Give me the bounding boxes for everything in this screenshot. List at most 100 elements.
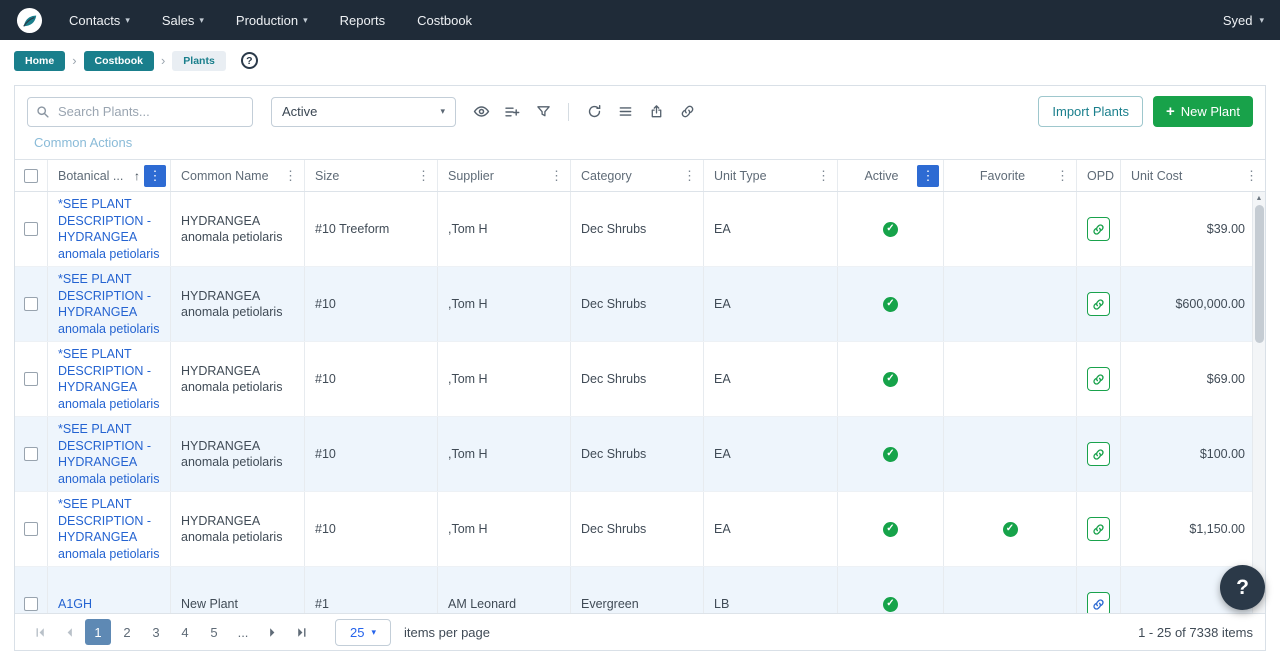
scrollbar-thumb[interactable] <box>1255 205 1264 343</box>
opd-link-button[interactable] <box>1087 217 1110 241</box>
page-button-3[interactable]: 3 <box>143 619 169 645</box>
nav-item-sales[interactable]: Sales ▾ <box>162 13 204 28</box>
nav-item-contacts[interactable]: Contacts ▾ <box>69 13 130 28</box>
opd-link-button[interactable] <box>1087 517 1110 541</box>
search-input[interactable] <box>56 103 244 120</box>
plant-link[interactable]: *SEE PLANT DESCRIPTION - HYDRANGEA anoma… <box>58 196 160 262</box>
page-button-4[interactable]: 4 <box>172 619 198 645</box>
common-actions-link[interactable]: Common Actions <box>15 135 1265 159</box>
help-fab-button[interactable]: ? <box>1220 565 1265 610</box>
plant-link[interactable]: *SEE PLANT DESCRIPTION - HYDRANGEA anoma… <box>58 421 160 487</box>
column-chooser-button[interactable] <box>499 99 525 125</box>
breadcrumb-plants[interactable]: Plants <box>172 51 226 71</box>
link-icon <box>680 104 695 119</box>
column-menu-icon[interactable]: ⋮ <box>281 168 300 184</box>
nav-item-label: Sales <box>162 13 195 28</box>
link-icon <box>1092 598 1105 611</box>
search-input-wrapper <box>27 97 253 127</box>
opd-link-button[interactable] <box>1087 592 1110 613</box>
status-filter-select[interactable]: Active ▾ <box>271 97 456 127</box>
column-menu-button[interactable]: ⋮ <box>144 165 166 187</box>
row-checkbox[interactable] <box>24 222 38 236</box>
page-size-value: 25 <box>350 625 364 640</box>
column-header-common-name[interactable]: Common Name ⋮ <box>171 160 305 191</box>
row-checkbox[interactable] <box>24 597 38 611</box>
column-header-favorite[interactable]: Favorite ⋮ <box>944 160 1077 191</box>
import-plants-button[interactable]: Import Plants <box>1038 96 1143 127</box>
row-checkbox[interactable] <box>24 447 38 461</box>
column-header-unit-type[interactable]: Unit Type ⋮ <box>704 160 838 191</box>
select-all-checkbox[interactable] <box>24 169 38 183</box>
breadcrumb-costbook[interactable]: Costbook <box>84 51 154 71</box>
column-label: Category <box>581 169 678 183</box>
nav-item-production[interactable]: Production ▾ <box>236 13 308 28</box>
favorite-cell <box>944 192 1077 266</box>
page-button-5[interactable]: 5 <box>201 619 227 645</box>
plant-link[interactable]: *SEE PLANT DESCRIPTION - HYDRANGEA anoma… <box>58 346 160 412</box>
plant-link[interactable]: A1GH <box>58 596 92 613</box>
opd-link-button[interactable] <box>1087 292 1110 316</box>
column-header-size[interactable]: Size ⋮ <box>305 160 438 191</box>
column-menu-button[interactable]: ⋮ <box>917 165 939 187</box>
eye-icon <box>473 103 490 120</box>
nav-item-reports[interactable]: Reports <box>340 13 386 28</box>
botanical-cell: *SEE PLANT DESCRIPTION - HYDRANGEA anoma… <box>48 192 171 266</box>
page-size-select[interactable]: 25 ▾ <box>335 619 391 646</box>
column-menu-icon[interactable]: ⋮ <box>1242 168 1261 184</box>
page-button-2[interactable]: 2 <box>114 619 140 645</box>
column-header-active[interactable]: Active ⋮ <box>838 160 944 191</box>
next-page-button[interactable] <box>259 619 285 645</box>
column-menu-icon[interactable]: ⋮ <box>814 168 833 184</box>
copy-link-button[interactable] <box>674 99 700 125</box>
plant-link[interactable]: *SEE PLANT DESCRIPTION - HYDRANGEA anoma… <box>58 496 160 562</box>
page-button-1[interactable]: 1 <box>85 619 111 645</box>
export-button[interactable] <box>643 99 669 125</box>
category-cell: Dec Shrubs <box>571 192 704 266</box>
column-header-category[interactable]: Category ⋮ <box>571 160 704 191</box>
scroll-up-icon[interactable]: ▲ <box>1256 192 1263 202</box>
row-checkbox[interactable] <box>24 297 38 311</box>
list-icon <box>618 104 633 119</box>
column-menu-icon[interactable]: ⋮ <box>414 168 433 184</box>
active-cell: ✓ <box>838 492 944 566</box>
table-row: *SEE PLANT DESCRIPTION - HYDRANGEA anoma… <box>15 267 1265 342</box>
help-icon[interactable]: ? <box>241 52 258 69</box>
new-plant-button[interactable]: + New Plant <box>1153 96 1253 127</box>
visibility-toggle-button[interactable] <box>468 99 494 125</box>
row-checkbox[interactable] <box>24 372 38 386</box>
active-check-icon: ✓ <box>883 447 898 462</box>
nav-item-label: Contacts <box>69 13 120 28</box>
column-menu-icon[interactable]: ⋮ <box>680 168 699 184</box>
table-header-row: Botanical ... ↑ ⋮ Common Name ⋮ Size ⋮ S… <box>15 159 1265 192</box>
row-checkbox[interactable] <box>24 522 38 536</box>
nav-item-costbook[interactable]: Costbook <box>417 13 472 28</box>
column-label: Unit Type <box>714 169 812 183</box>
botanical-cell: *SEE PLANT DESCRIPTION - HYDRANGEA anoma… <box>48 417 171 491</box>
column-header-botanical[interactable]: Botanical ... ↑ ⋮ <box>48 160 171 191</box>
last-page-button[interactable] <box>288 619 314 645</box>
column-header-supplier[interactable]: Supplier ⋮ <box>438 160 571 191</box>
column-header-unit-cost[interactable]: Unit Cost ⋮ <box>1121 160 1265 191</box>
opd-link-button[interactable] <box>1087 367 1110 391</box>
breadcrumb-home[interactable]: Home <box>14 51 65 71</box>
column-menu-icon[interactable]: ⋮ <box>547 168 566 184</box>
prev-page-button[interactable] <box>56 619 82 645</box>
checkbox-cell <box>15 192 48 266</box>
sort-asc-icon: ↑ <box>134 169 140 183</box>
column-header-opd[interactable]: OPD <box>1077 160 1121 191</box>
plant-link[interactable]: *SEE PLANT DESCRIPTION - HYDRANGEA anoma… <box>58 271 160 337</box>
opd-link-button[interactable] <box>1087 442 1110 466</box>
list-view-button[interactable] <box>612 99 638 125</box>
category-cell: Dec Shrubs <box>571 342 704 416</box>
chevron-down-icon: ▾ <box>125 15 130 26</box>
filter-button[interactable] <box>530 99 556 125</box>
column-menu-icon[interactable]: ⋮ <box>1053 168 1072 184</box>
first-page-button[interactable] <box>27 619 53 645</box>
user-menu[interactable]: Syed ▾ <box>1223 13 1264 28</box>
chevron-down-icon: ▾ <box>440 106 445 117</box>
app-logo-icon[interactable] <box>16 7 43 34</box>
refresh-button[interactable] <box>581 99 607 125</box>
page-ellipsis-button[interactable]: ... <box>230 619 256 645</box>
active-check-icon: ✓ <box>883 372 898 387</box>
botanical-cell: A1GH <box>48 567 171 613</box>
